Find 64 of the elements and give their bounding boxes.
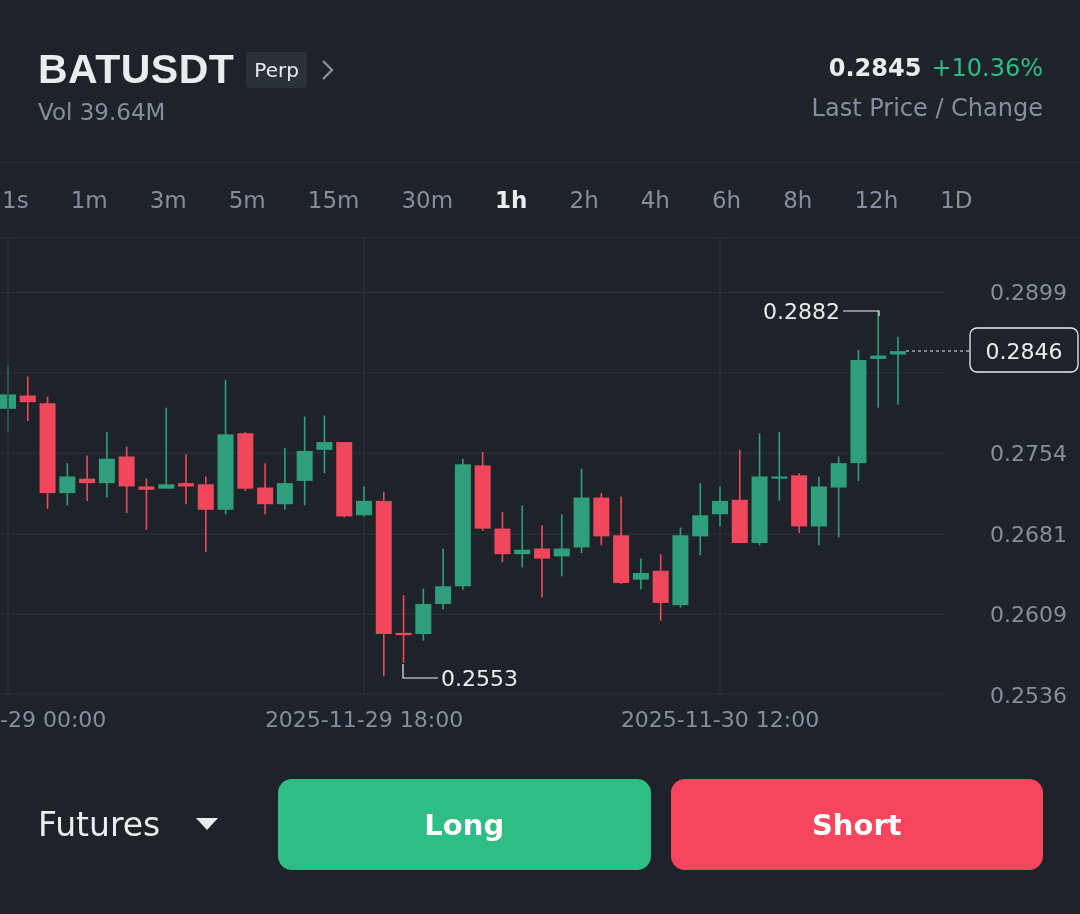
- short-button[interactable]: Short: [670, 779, 1043, 870]
- chevron-right-icon[interactable]: [320, 58, 335, 81]
- candlestick: [356, 485, 372, 518]
- candlestick: [118, 445, 135, 514]
- candlestick: [19, 375, 36, 422]
- candlestick: [632, 557, 649, 591]
- interval-tab[interactable]: 12h: [854, 187, 899, 213]
- price-axis-label: 0.2681: [990, 522, 1067, 548]
- candlestick: [316, 414, 333, 474]
- price-caption: Last Price / Change: [811, 94, 1043, 122]
- candlestick: [237, 431, 254, 492]
- candlestick: [257, 462, 274, 515]
- time-axis-label: 2025-11-29 18:00: [264, 707, 464, 732]
- caret-icon: [196, 818, 219, 831]
- interval-tab[interactable]: 6h: [711, 187, 742, 213]
- candlestick: [810, 475, 827, 547]
- leader-line: [842, 310, 880, 317]
- last-price: 0.2845: [828, 54, 922, 82]
- price-axis-label: 0.2899: [990, 280, 1067, 306]
- interval-tab[interactable]: 8h: [783, 187, 813, 213]
- candlestick: [494, 511, 511, 563]
- low-price-label: 0.2553: [441, 666, 518, 691]
- candlestick: [59, 462, 76, 507]
- interval-tab[interactable]: 3m: [149, 187, 187, 213]
- interval-tab[interactable]: 1s: [2, 187, 29, 213]
- candlestick: [791, 472, 808, 534]
- contract-type-badge: Perp: [246, 51, 307, 88]
- candlestick: [771, 431, 788, 502]
- candlestick: [98, 431, 115, 499]
- price-axis-label: 0.2754: [990, 441, 1067, 467]
- time-axis-label: -29 00:00: [0, 707, 107, 732]
- interval-tab[interactable]: 1m: [70, 187, 108, 213]
- candlestick: [178, 453, 194, 505]
- interval-tab[interactable]: 30m: [401, 187, 454, 213]
- symbol-title: BATUSDT: [38, 46, 235, 93]
- candlestick: [138, 477, 155, 531]
- interval-tab[interactable]: 1D: [940, 187, 973, 213]
- current-price-tag: 0.2846: [969, 327, 1079, 373]
- candlestick: [890, 335, 906, 406]
- current-price-line: [905, 350, 970, 352]
- price-axis-label: 0.2609: [990, 602, 1067, 628]
- candlestick: [553, 513, 570, 578]
- time-axis-label: 2025-11-30 12:00: [620, 707, 820, 732]
- interval-tab[interactable]: 2h: [569, 187, 599, 213]
- price-change: +10.36%: [931, 54, 1043, 82]
- candlestick: [514, 504, 531, 569]
- candlestick: [652, 553, 669, 622]
- candlestick: [276, 446, 293, 511]
- interval-tab[interactable]: 4h: [640, 187, 670, 213]
- volume-text: Vol 39.64M: [38, 99, 167, 125]
- long-button[interactable]: Long: [278, 779, 651, 870]
- candlestick: [712, 485, 728, 528]
- interval-tab[interactable]: 15m: [307, 187, 360, 213]
- candlestick: [415, 587, 432, 642]
- market-dropdown[interactable]: Futures: [38, 805, 238, 844]
- interval-tab[interactable]: 5m: [228, 187, 266, 213]
- candlestick: [435, 547, 452, 611]
- candlestick: [79, 454, 96, 502]
- candlestick: [593, 492, 610, 547]
- leader-line: [402, 663, 439, 679]
- candlestick: [395, 594, 412, 664]
- high-price-label: 0.2882: [763, 299, 840, 324]
- price-axis-label: 0.2536: [990, 683, 1067, 708]
- interval-tab[interactable]: 1h: [495, 187, 528, 213]
